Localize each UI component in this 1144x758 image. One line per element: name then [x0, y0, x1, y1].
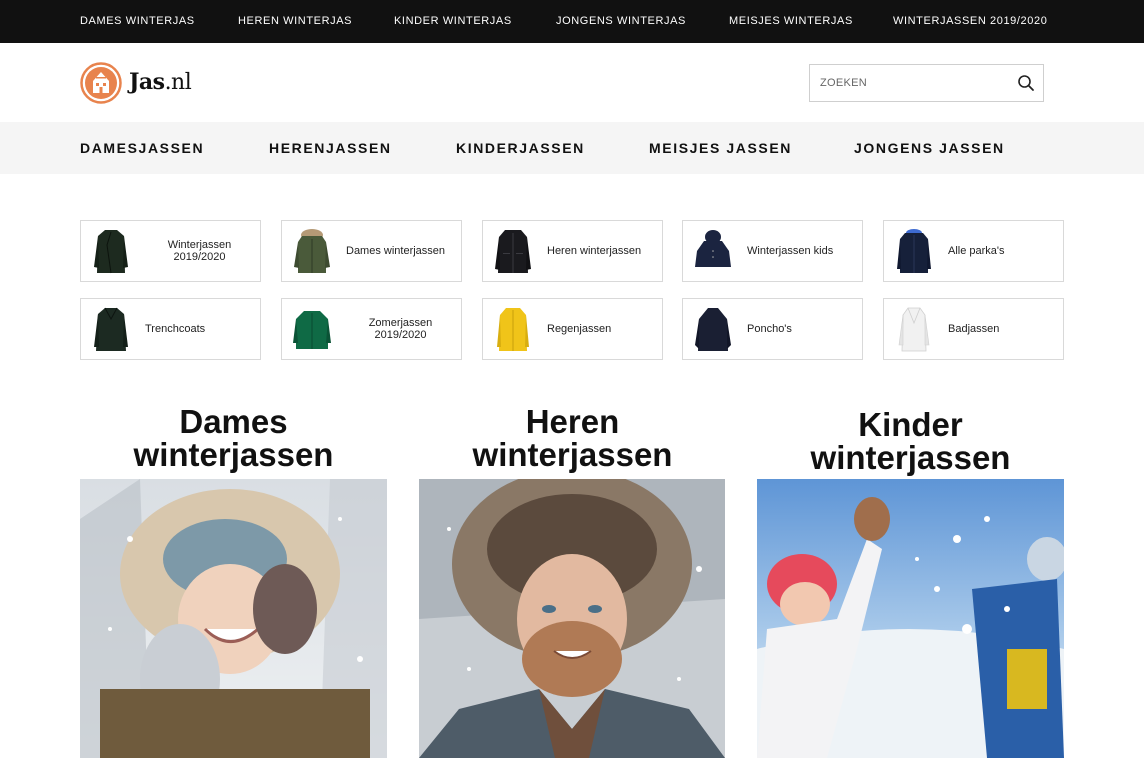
nav-item-damesjassen[interactable]: DAMESJASSEN	[80, 140, 204, 156]
topbar-link-heren-winterjas[interactable]: HEREN WINTERJAS	[238, 15, 352, 27]
site-logo[interactable]: Jas.nl	[80, 62, 200, 104]
category-label: Alle parka's	[948, 245, 1005, 257]
category-tile-winterjassen-2019-2020[interactable]: Winterjassen 2019/2020	[80, 220, 261, 282]
category-label: Trenchcoats	[145, 323, 206, 335]
topbar-link-meisjes-winterjas[interactable]: MEISJES WINTERJAS	[729, 15, 853, 27]
category-tile-dames-winterjassen[interactable]: Dames winterjassen	[281, 220, 462, 282]
search-box	[809, 64, 1044, 102]
category-label: Dames winterjassen	[346, 245, 446, 257]
category-tile-trenchcoats[interactable]: Trenchcoats	[80, 298, 261, 360]
category-tile-zomerjassen-2019-2020[interactable]: Zomerjassen 2019/2020	[281, 298, 462, 360]
promo-image-woman-winter	[80, 479, 387, 758]
nav-item-kinderjassen[interactable]: KINDERJASSEN	[456, 140, 585, 156]
category-label: Regenjassen	[547, 323, 612, 335]
nav-item-jongens-jassen[interactable]: JONGENS JASSEN	[854, 140, 1005, 156]
category-label: Heren winterjassen	[547, 245, 642, 257]
promo-title: Dames winterjassen	[133, 403, 334, 473]
promo-image-man-winter	[419, 479, 725, 758]
promo-image-kids-snow	[757, 479, 1064, 758]
category-label: Poncho's	[747, 323, 792, 335]
jacket-icon	[495, 230, 531, 273]
nav-item-herenjassen[interactable]: HERENJASSEN	[269, 140, 392, 156]
topbar-link-kinder-winterjas[interactable]: KINDER WINTERJAS	[394, 15, 512, 27]
main-nav: DAMESJASSEN HERENJASSEN KINDERJASSEN MEI…	[0, 122, 1144, 174]
category-tile-ponchos[interactable]: Poncho's	[682, 298, 863, 360]
category-tile-badjassen[interactable]: Badjassen	[883, 298, 1064, 360]
category-label: Badjassen	[948, 323, 1000, 335]
category-label: Winterjassen kids	[747, 245, 834, 257]
logo-text: Jas.nl	[129, 69, 192, 95]
raincoat-icon	[497, 308, 529, 351]
promo-title: Kinder winterjassen	[810, 406, 1011, 476]
top-bar: DAMES WINTERJAS HEREN WINTERJAS KINDER W…	[0, 0, 1144, 43]
search-icon[interactable]	[1017, 74, 1035, 92]
category-tile-regenjassen[interactable]: Regenjassen	[482, 298, 663, 360]
promo-title: Heren winterjassen	[472, 403, 673, 473]
category-label: Winterjassen 2019/2020	[167, 239, 232, 263]
category-tile-heren-winterjassen[interactable]: Heren winterjassen	[482, 220, 663, 282]
topbar-link-jongens-winterjas[interactable]: JONGENS WINTERJAS	[556, 15, 686, 27]
logo-house-icon	[80, 62, 122, 104]
category-tile-winterjassen-kids[interactable]: Winterjassen kids	[682, 220, 863, 282]
kids-coat-icon	[695, 230, 731, 267]
search-input[interactable]	[820, 74, 1010, 92]
category-tile-alle-parkas[interactable]: Alle parka's	[883, 220, 1064, 282]
parka-blue-icon	[897, 229, 931, 273]
bathrobe-icon	[898, 307, 930, 352]
topbar-link-winterjassen-2019-2020[interactable]: WINTERJASSEN 2019/2020	[893, 15, 1047, 27]
topbar-link-dames-winterjas[interactable]: DAMES WINTERJAS	[80, 15, 195, 27]
poncho-icon	[695, 308, 731, 351]
trenchcoat-icon	[94, 307, 128, 351]
parka-icon	[294, 229, 330, 273]
nav-item-meisjes-jassen[interactable]: MEISJES JASSEN	[649, 140, 792, 156]
coat-icon	[94, 230, 128, 274]
summer-jacket-icon	[293, 311, 331, 349]
category-label: Zomerjassen 2019/2020	[368, 317, 433, 341]
